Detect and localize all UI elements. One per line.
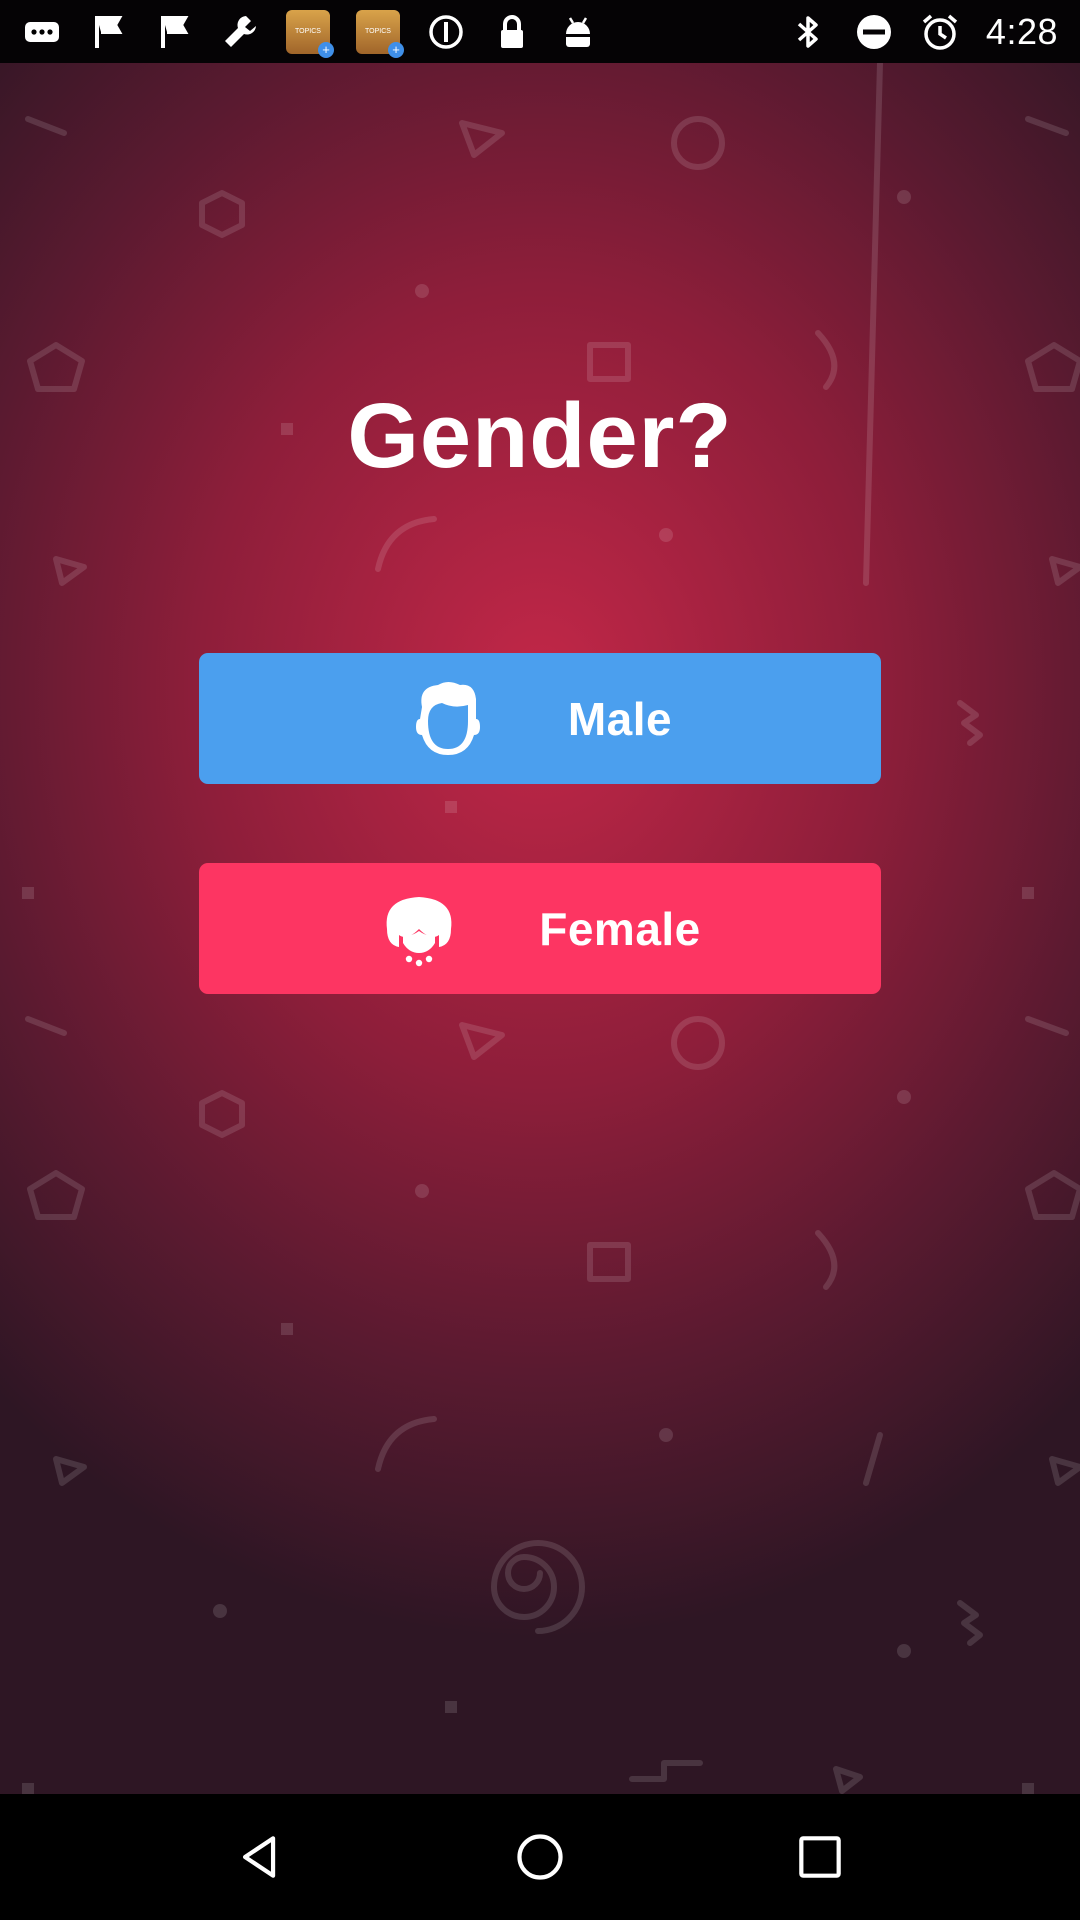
more-icon xyxy=(22,12,62,52)
home-icon[interactable] xyxy=(500,1817,580,1897)
app-notification-icon: TOPICS + xyxy=(356,9,404,58)
app-notification-label: TOPICS xyxy=(295,28,321,35)
male-face-icon xyxy=(408,679,488,759)
female-button[interactable]: Female xyxy=(199,863,881,994)
female-label: Female xyxy=(539,902,701,955)
do-not-disturb-icon xyxy=(854,12,894,52)
page-title: Gender? xyxy=(347,385,733,487)
alarm-icon xyxy=(920,12,960,52)
status-clock: 4:28 xyxy=(985,10,1058,52)
circle-info-icon xyxy=(426,12,466,52)
app-notification-icon: TOPICS + xyxy=(286,9,334,58)
screen: TOPICS + TOPICS + 4:28 Gender? Male Fema… xyxy=(0,0,1080,1920)
male-label: Male xyxy=(567,692,673,745)
back-icon[interactable] xyxy=(220,1817,300,1897)
female-face-icon xyxy=(379,889,459,969)
flag-icon xyxy=(88,12,128,52)
status-right-icons: 4:28 xyxy=(788,11,1058,53)
status-bar: TOPICS + TOPICS + 4:28 xyxy=(0,0,1080,63)
app-notification-label: TOPICS xyxy=(365,28,391,35)
bluetooth-icon xyxy=(788,12,828,52)
wrench-icon xyxy=(220,12,260,52)
android-icon xyxy=(558,12,598,52)
gender-selection-screen: Gender? Male Female xyxy=(0,63,1080,1794)
plus-icon: + xyxy=(318,41,334,58)
flag-icon xyxy=(154,12,194,52)
plus-icon: + xyxy=(388,41,404,58)
lock-icon xyxy=(492,12,532,52)
recents-icon[interactable] xyxy=(780,1817,860,1897)
male-button[interactable]: Male xyxy=(199,653,881,784)
navigation-bar xyxy=(0,1794,1080,1920)
status-left-icons: TOPICS + TOPICS + xyxy=(22,9,598,58)
